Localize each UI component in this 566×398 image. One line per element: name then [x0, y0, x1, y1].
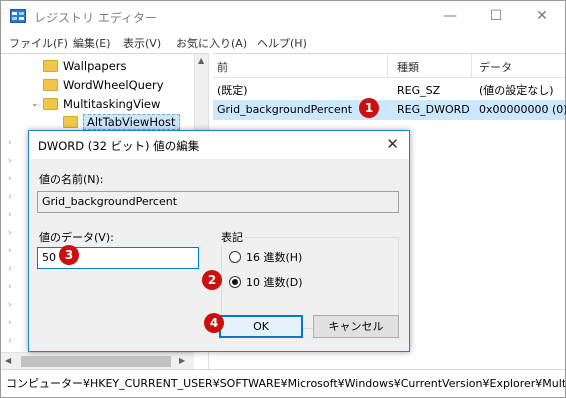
tree-item-wallpapers[interactable]: Wallpapers: [43, 56, 127, 76]
tree-expand-arrow[interactable]: ›: [8, 264, 12, 274]
value-type: REG_SZ: [397, 84, 441, 97]
folder-icon: [43, 59, 58, 72]
close-icon[interactable]: ✕: [386, 135, 399, 153]
title-bar: レジストリ エディター — ☐ ✕: [1, 1, 565, 31]
value-name: Grid_backgroundPercent: [217, 103, 353, 116]
tree-horizontal-scrollbar[interactable]: ◀ ▶: [1, 352, 194, 369]
tree-expand-arrow[interactable]: ›: [8, 336, 12, 346]
scrollbar-thumb[interactable]: [21, 356, 171, 367]
tree-item-label: WordWheelQuery: [63, 78, 164, 92]
folder-icon: [43, 97, 58, 110]
radio-button-icon: [229, 251, 241, 263]
column-header-name[interactable]: 前: [217, 59, 228, 75]
radio-hex-label: 16 進数(H): [246, 251, 303, 264]
menu-file[interactable]: ファイル(F): [9, 35, 68, 51]
tree-expand-arrow[interactable]: ›: [8, 282, 12, 292]
minimize-button[interactable]: —: [427, 1, 473, 31]
tree-expand-arrow[interactable]: ›: [8, 210, 12, 220]
column-header-type[interactable]: 種類: [397, 59, 419, 75]
value-name-field: Grid_backgroundPercent: [37, 191, 399, 213]
radio-button-selected-icon: [229, 276, 241, 288]
radio-decimal[interactable]: 10 進数(D): [229, 276, 303, 290]
tree-expand-arrow[interactable]: ›: [8, 246, 12, 256]
step-badge-4: 4: [204, 313, 224, 333]
folder-icon: [63, 115, 78, 128]
tree-expand-arrow[interactable]: ›: [8, 138, 12, 148]
tree-expand-arrow[interactable]: ›: [8, 192, 12, 202]
tree-item-alttabviewhost[interactable]: AltTabViewHost: [63, 112, 180, 132]
dialog-title: DWORD (32 ビット) 値の編集: [38, 139, 200, 153]
list-header: 前 種類 データ: [213, 54, 565, 78]
scroll-left-icon[interactable]: ◀: [5, 356, 11, 365]
list-row-selected[interactable]: Grid_backgroundPercent REG_DWORD 0x00000…: [213, 100, 566, 120]
radio-hex[interactable]: 16 進数(H): [229, 251, 302, 265]
scroll-up-icon[interactable]: ▲: [198, 56, 204, 65]
menu-edit[interactable]: 編集(E): [73, 35, 111, 51]
step-badge-2: 2: [202, 270, 222, 290]
value-data: (値の設定なし): [479, 84, 554, 97]
tree-expand-arrow[interactable]: ›: [8, 228, 12, 238]
column-divider[interactable]: [471, 54, 472, 78]
tree-item-multitaskingview[interactable]: MultitaskingView: [43, 94, 160, 114]
value-type: REG_DWORD: [397, 103, 470, 116]
menu-view[interactable]: 表示(V): [123, 35, 161, 51]
radio-dec-label: 10 進数(D): [246, 276, 303, 289]
tree-expand-arrow[interactable]: ›: [8, 174, 12, 184]
folder-icon: [43, 78, 58, 91]
status-bar: コンピューター¥HKEY_CURRENT_USER¥SOFTWARE¥Micro…: [1, 369, 565, 397]
value-data-label: 値のデータ(V):: [39, 231, 114, 244]
close-window-button[interactable]: ✕: [519, 1, 565, 31]
value-data: 0x00000000 (0): [479, 103, 566, 116]
step-badge-3: 3: [59, 245, 79, 265]
scroll-right-icon[interactable]: ▶: [179, 356, 185, 365]
cancel-button[interactable]: キャンセル: [313, 315, 399, 338]
list-row[interactable]: (既定) REG_SZ (値の設定なし): [213, 81, 565, 101]
tree-expand-arrow[interactable]: ›: [8, 156, 12, 166]
chevron-down-icon[interactable]: ⌄: [31, 99, 39, 109]
tree-item-wordwheelquery[interactable]: WordWheelQuery: [43, 75, 164, 95]
tree-expand-arrow[interactable]: ›: [8, 318, 12, 328]
menu-bar: ファイル(F) 編集(E) 表示(V) お気に入り(A) ヘルプ(H): [1, 31, 565, 53]
regedit-app-icon: [10, 9, 26, 23]
ok-button[interactable]: OK: [219, 315, 303, 338]
column-header-data[interactable]: データ: [479, 59, 512, 75]
window-title: レジストリ エディター: [34, 11, 157, 25]
value-name: (既定): [217, 84, 248, 97]
base-label: 表記: [219, 229, 245, 245]
value-name-label: 値の名前(N):: [39, 173, 104, 186]
tree-item-label: Wallpapers: [63, 59, 127, 73]
menu-help[interactable]: ヘルプ(H): [257, 35, 307, 51]
dialog-title-bar: DWORD (32 ビット) 値の編集 ✕: [29, 131, 409, 159]
column-divider[interactable]: [387, 54, 388, 78]
maximize-button[interactable]: ☐: [473, 1, 519, 31]
tree-expand-arrow[interactable]: ›: [8, 300, 12, 310]
tree-item-label: MultitaskingView: [63, 97, 161, 111]
tree-item-label: AltTabViewHost: [83, 114, 180, 130]
step-badge-1: 1: [359, 98, 379, 118]
menu-favorites[interactable]: お気に入り(A): [176, 35, 247, 51]
